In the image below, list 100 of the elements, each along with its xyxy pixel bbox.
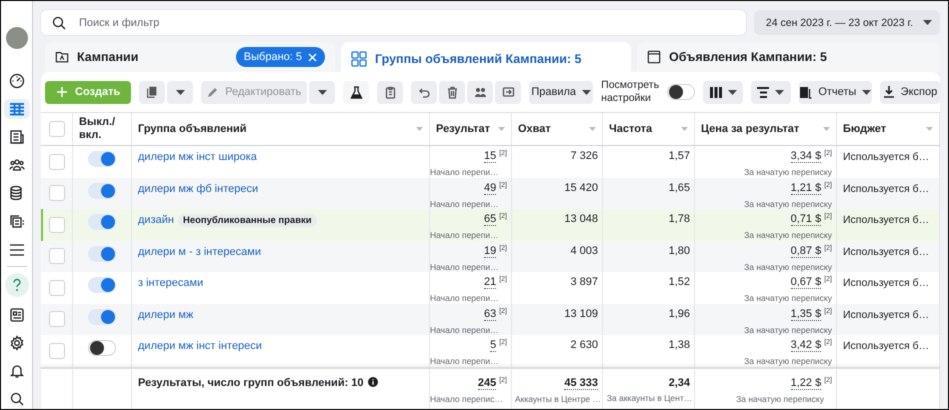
stacked-pages-icon xyxy=(8,214,24,230)
budget-text: Используется б… xyxy=(843,276,930,289)
metric-value: 7 326 xyxy=(570,150,598,162)
metric-caption: За начатую переписку xyxy=(744,262,832,272)
metric-value[interactable]: 0,87 $ xyxy=(790,244,822,258)
toggle-switch[interactable] xyxy=(88,182,116,198)
metric-value[interactable]: 15 xyxy=(484,150,496,163)
search-field[interactable]: Поиск и фильтр xyxy=(77,16,736,30)
column-header[interactable]: Выкл./ вкл. xyxy=(73,113,132,145)
ad-set-link[interactable]: дилери м - з інтересами xyxy=(138,246,261,258)
undo-button[interactable] xyxy=(411,80,438,104)
metric-value[interactable]: 49 xyxy=(484,182,496,194)
plus-icon xyxy=(56,86,68,98)
metric-value: 1,78 xyxy=(668,213,690,225)
export-button[interactable]: Экспор xyxy=(880,80,940,104)
metric-value[interactable]: 21 xyxy=(484,276,496,289)
row-checkbox[interactable] xyxy=(48,216,64,233)
clipboard-button[interactable] xyxy=(377,80,404,104)
trash-icon xyxy=(446,86,459,98)
settings-icon xyxy=(8,334,24,351)
reports-button[interactable]: Отчеты xyxy=(798,80,872,104)
dropdown-button[interactable] xyxy=(309,80,336,104)
test-button[interactable] xyxy=(343,80,370,104)
row-checkbox[interactable] xyxy=(48,248,64,264)
toggle-switch[interactable] xyxy=(88,308,116,324)
toggle-switch[interactable] xyxy=(667,84,696,100)
column-header[interactable]: Частота xyxy=(603,113,695,145)
reports-icon xyxy=(799,86,812,98)
toggle-switch[interactable] xyxy=(88,214,116,230)
dropdown-button[interactable] xyxy=(167,80,194,104)
budget-text: Используется б… xyxy=(843,244,930,258)
column-header[interactable]: Цена за результат xyxy=(695,113,837,145)
columns-icon xyxy=(710,86,722,98)
metric-caption: Аккаунты в Центре … xyxy=(514,394,602,404)
toggle-switch[interactable] xyxy=(88,246,116,262)
metric-value[interactable]: 63 xyxy=(484,308,496,320)
metric-caption: За начатую переписку xyxy=(744,293,832,303)
tab[interactable]: Объявления Кампании: 5 xyxy=(637,42,940,72)
metric-value[interactable]: 3,34 $ xyxy=(790,150,822,163)
metric-value[interactable]: 19 xyxy=(484,244,496,258)
preview-button[interactable] xyxy=(495,80,522,104)
search-bar[interactable]: Поиск и фильтр xyxy=(41,10,746,35)
ad-set-link[interactable]: дилери мж xyxy=(138,308,194,320)
metric-value[interactable]: 5 xyxy=(490,339,496,352)
row-checkbox[interactable] xyxy=(48,280,64,296)
audience-button[interactable] xyxy=(467,80,494,104)
column-header[interactable]: Результат xyxy=(430,113,512,145)
duplicate-button[interactable] xyxy=(139,80,166,104)
metric-caption: За начатую переписку xyxy=(744,324,832,334)
metric-value: 13 048 xyxy=(564,213,598,225)
row-checkbox[interactable] xyxy=(48,154,64,170)
caret-icon xyxy=(582,90,592,94)
table-icon xyxy=(8,101,24,118)
metric-value[interactable]: 3,42 $ xyxy=(790,339,822,352)
selection-chip[interactable]: Выбрано: 5 xyxy=(236,47,325,67)
metric-value[interactable]: 1,35 $ xyxy=(790,308,822,320)
select-all-checkbox[interactable] xyxy=(48,121,64,137)
budget-text: Используется б… xyxy=(843,150,930,163)
metric-value[interactable]: 45 333 xyxy=(564,377,598,390)
metric-caption: За начатую переписку xyxy=(744,167,832,177)
delete-button[interactable] xyxy=(439,80,466,104)
metric-caption: Начало перепи… xyxy=(430,356,499,366)
metric-value[interactable]: 65 xyxy=(484,213,496,226)
metric-caption: Начало перепи… xyxy=(430,167,499,177)
ad-set-link[interactable]: дилери мж фб інтереси xyxy=(138,182,258,194)
metric-value[interactable]: 0,71 $ xyxy=(790,213,822,226)
caret-icon xyxy=(862,90,872,94)
metric-value[interactable]: 1,22 $ xyxy=(790,377,822,390)
date-range-picker[interactable]: 24 сен 2023 г. — 23 окт 2023 г. xyxy=(754,10,940,35)
ad-set-link[interactable]: дилери мж інст інтереси xyxy=(138,340,262,352)
bell-icon xyxy=(8,362,24,379)
metric-caption: Начало перепи… xyxy=(430,230,499,240)
metric-value: 1,80 xyxy=(668,244,690,256)
metric-value[interactable]: 245 xyxy=(478,377,496,390)
toggle-switch[interactable] xyxy=(88,151,116,167)
undo-icon xyxy=(418,86,431,98)
toggle-switch[interactable] xyxy=(88,340,116,356)
metric-caption: За начатую переписку xyxy=(744,230,832,240)
tab[interactable]: Кампании Выбрано: 5 xyxy=(45,42,335,72)
row-checkbox[interactable] xyxy=(48,185,64,202)
row-checkbox[interactable] xyxy=(48,342,64,359)
metric-value[interactable]: 1,21 $ xyxy=(790,182,822,194)
caret-icon xyxy=(728,90,736,94)
rules-button[interactable]: Правила xyxy=(529,80,594,104)
info-icon[interactable] xyxy=(368,377,378,387)
metric-value[interactable]: 0,67 $ xyxy=(790,276,822,289)
ad-set-link[interactable]: з інтересами xyxy=(138,277,204,289)
toggle-switch[interactable] xyxy=(88,277,116,293)
column-header[interactable]: Охват xyxy=(512,113,603,145)
ad-set-link[interactable]: дизайн xyxy=(138,214,174,226)
column-header[interactable]: Группа объявлений xyxy=(132,113,430,145)
metric-value: 2 630 xyxy=(570,339,598,351)
column-header[interactable]: Бюджет xyxy=(837,113,940,145)
ad-set-link[interactable]: дилери мж інст широка xyxy=(138,151,257,163)
columns-button[interactable] xyxy=(703,80,743,104)
metric-value: 3 897 xyxy=(570,276,598,288)
metric-value: 1,57 xyxy=(668,150,690,162)
row-checkbox[interactable] xyxy=(48,311,64,328)
breakdown-icon xyxy=(757,86,770,98)
breakdown-button[interactable] xyxy=(750,80,791,104)
